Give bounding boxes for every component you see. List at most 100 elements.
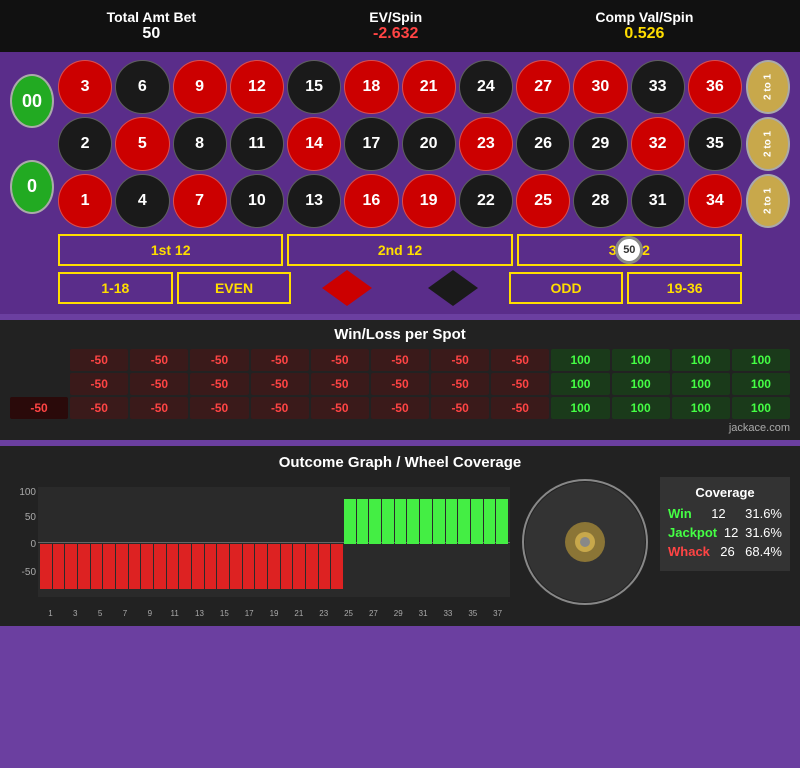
number-23[interactable]: 23	[459, 117, 513, 171]
number-20[interactable]: 20	[402, 117, 456, 171]
single-zero[interactable]: 0	[10, 160, 54, 214]
bar-18	[255, 489, 267, 595]
number-3[interactable]: 3	[58, 60, 112, 114]
red-diamond[interactable]	[295, 270, 398, 306]
number-4[interactable]: 4	[115, 174, 169, 228]
wl-cell-1-11: 100	[672, 373, 730, 395]
number-12[interactable]: 12	[230, 60, 284, 114]
wl-cell-2-1: -50	[70, 397, 128, 419]
dozen-row: 1st 12 2nd 12 3rd 12 50	[10, 234, 790, 266]
number-26[interactable]: 26	[516, 117, 570, 171]
header: Total Amt Bet 50 EV/Spin -2.632 Comp Val…	[0, 0, 800, 52]
winloss-title: Win/Loss per Spot	[10, 326, 790, 343]
bar-9	[141, 489, 153, 595]
x-label-15: 15	[212, 609, 237, 618]
wl-cell-2-9: 100	[551, 397, 609, 419]
black-diamond[interactable]	[402, 270, 505, 306]
number-17[interactable]: 17	[344, 117, 398, 171]
double-zero[interactable]: 00	[10, 74, 54, 128]
coverage-win-pct: 31.6%	[745, 506, 782, 521]
number-5[interactable]: 5	[115, 117, 169, 171]
wl-cell-1-7: -50	[431, 373, 489, 395]
number-9[interactable]: 9	[173, 60, 227, 114]
bar-chart-area: 100 50 0 -50 135791113151719212325272931…	[10, 477, 510, 618]
bar-37	[496, 489, 508, 595]
number-16[interactable]: 16	[344, 174, 398, 228]
number-7[interactable]: 7	[173, 174, 227, 228]
comp-val-label: Comp Val/Spin	[595, 9, 693, 25]
wl-cell-1-4: -50	[251, 373, 309, 395]
number-35[interactable]: 35	[688, 117, 742, 171]
coverage-jackpot-pct: 31.6%	[745, 525, 782, 540]
number-21[interactable]: 21	[402, 60, 456, 114]
jackace-attribution: jackace.com	[10, 422, 790, 434]
number-34[interactable]: 34	[688, 174, 742, 228]
number-36[interactable]: 36	[688, 60, 742, 114]
roulette-wheel-svg	[520, 477, 650, 607]
number-8[interactable]: 8	[173, 117, 227, 171]
third-dozen-button[interactable]: 3rd 12 50	[517, 234, 742, 266]
number-25[interactable]: 25	[516, 174, 570, 228]
first-dozen-button[interactable]: 1st 12	[58, 234, 283, 266]
number-29[interactable]: 29	[573, 117, 627, 171]
x-label-25: 25	[336, 609, 361, 618]
number-6[interactable]: 6	[115, 60, 169, 114]
wl-cell-0-7: -50	[431, 349, 489, 371]
two-to-one-column: 2 to 1 2 to 1 2 to 1	[746, 60, 790, 228]
wl-cell-0-0	[10, 349, 68, 371]
coverage-win-row: Win 12 31.6%	[668, 506, 782, 521]
number-24[interactable]: 24	[459, 60, 513, 114]
two-to-one-top[interactable]: 2 to 1	[746, 60, 790, 114]
y-axis: 100 50 0 -50	[10, 487, 38, 597]
wl-cell-0-12: 100	[732, 349, 790, 371]
bar-3	[65, 489, 77, 595]
wheel-container	[520, 477, 650, 607]
bar-6	[103, 489, 115, 595]
wl-cell-2-12: 100	[732, 397, 790, 419]
number-19[interactable]: 19	[402, 174, 456, 228]
number-1[interactable]: 1	[58, 174, 112, 228]
number-28[interactable]: 28	[573, 174, 627, 228]
bar-26	[357, 489, 369, 595]
wl-cell-2-8: -50	[491, 397, 549, 419]
bar-2	[53, 489, 65, 595]
wl-cell-1-9: 100	[551, 373, 609, 395]
y-label-100: 100	[19, 487, 36, 498]
number-30[interactable]: 30	[573, 60, 627, 114]
odd-button[interactable]: ODD	[509, 272, 624, 304]
two-to-one-mid[interactable]: 2 to 1	[746, 117, 790, 171]
number-15[interactable]: 15	[287, 60, 341, 114]
one-to-eighteen-button[interactable]: 1-18	[58, 272, 173, 304]
number-27[interactable]: 27	[516, 60, 570, 114]
x-label-29: 29	[386, 609, 411, 618]
number-32[interactable]: 32	[631, 117, 685, 171]
x-label-23: 23	[311, 609, 336, 618]
wl-cell-1-10: 100	[612, 373, 670, 395]
nineteen-to-thirtysix-button[interactable]: 19-36	[627, 272, 742, 304]
even-button[interactable]: EVEN	[177, 272, 292, 304]
coverage-table: Coverage Win 12 31.6% Jackpot 12 31.6% W…	[660, 477, 790, 571]
x-label-27: 27	[361, 609, 386, 618]
wl-cell-1-12: 100	[732, 373, 790, 395]
number-2[interactable]: 2	[58, 117, 112, 171]
bars-container	[38, 487, 510, 597]
number-22[interactable]: 22	[459, 174, 513, 228]
number-13[interactable]: 13	[287, 174, 341, 228]
x-label-33: 33	[436, 609, 461, 618]
number-11[interactable]: 11	[230, 117, 284, 171]
coverage-whack-count: 26	[720, 544, 734, 559]
coverage-whack-pct: 68.4%	[745, 544, 782, 559]
bar-34	[458, 489, 470, 595]
number-33[interactable]: 33	[631, 60, 685, 114]
number-18[interactable]: 18	[344, 60, 398, 114]
coverage-win-label: Win	[668, 506, 692, 521]
number-31[interactable]: 31	[631, 174, 685, 228]
bar-7	[116, 489, 128, 595]
second-dozen-button[interactable]: 2nd 12	[287, 234, 512, 266]
number-10[interactable]: 10	[230, 174, 284, 228]
x-label-3: 3	[63, 609, 88, 618]
number-14[interactable]: 14	[287, 117, 341, 171]
outcome-content: 100 50 0 -50 135791113151719212325272931…	[10, 477, 790, 618]
two-to-one-bot[interactable]: 2 to 1	[746, 174, 790, 228]
x-label-21: 21	[286, 609, 311, 618]
